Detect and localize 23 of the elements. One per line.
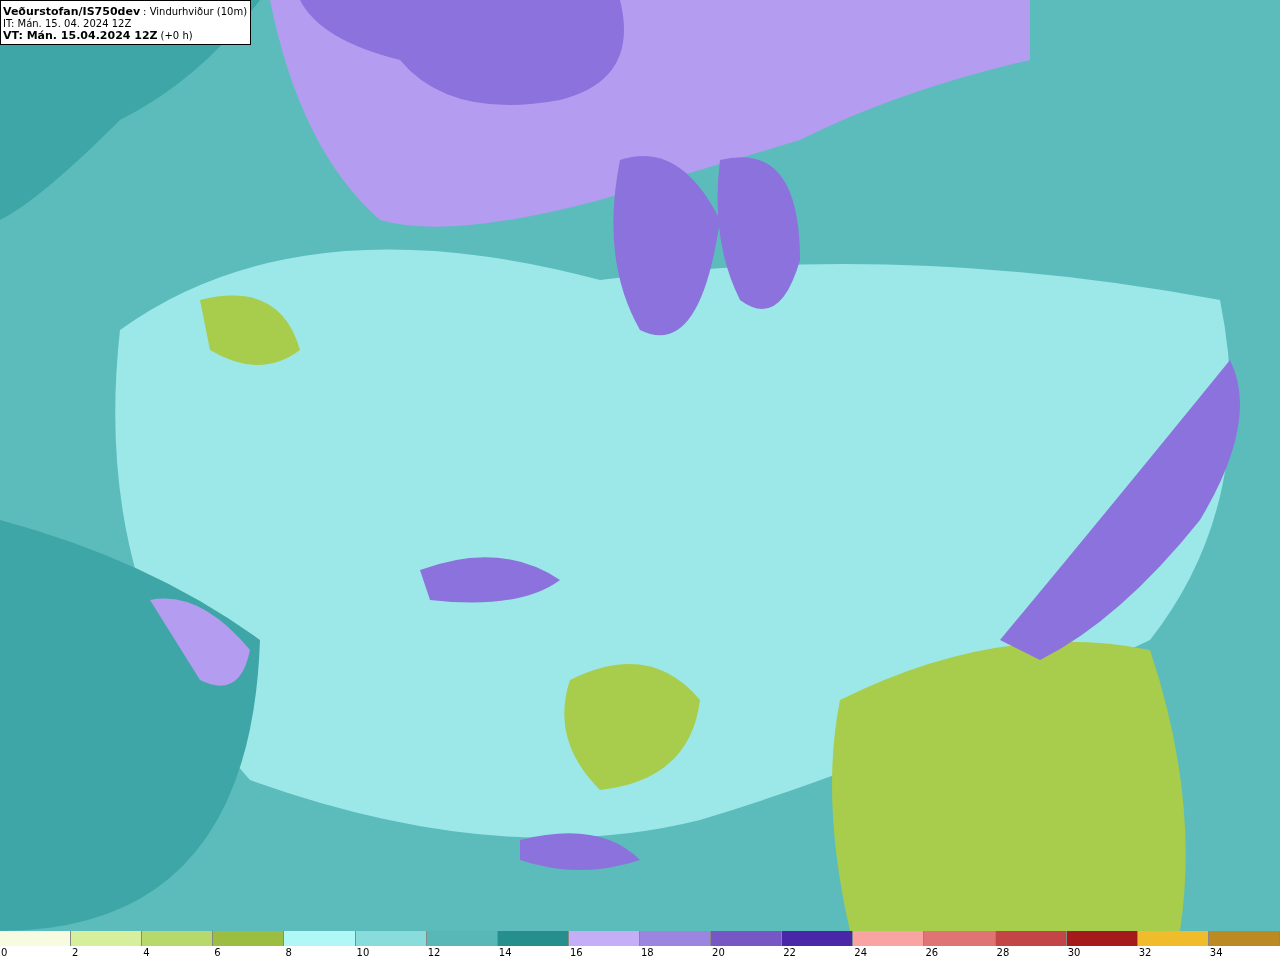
field-name: : Vindurhviður (10m): [143, 6, 248, 18]
legend-label: 6: [213, 946, 221, 959]
legend-label: 18: [640, 946, 654, 959]
legend-label: 30: [1066, 946, 1081, 959]
legend-label: 16: [568, 946, 583, 959]
legend-label: 26: [924, 946, 939, 959]
legend-label: 4: [142, 946, 150, 959]
initial-time: IT: Mán. 15. 04. 2024 12Z: [3, 18, 132, 30]
valid-time: VT: Mán. 15.04.2024 12Z: [3, 30, 158, 42]
legend-label: 24: [853, 946, 868, 959]
legend-label: 34: [1208, 946, 1223, 959]
legend-label: 10: [355, 946, 370, 959]
legend-label: 8: [284, 946, 292, 959]
legend-label: 28: [995, 946, 1010, 959]
legend-label: 0: [0, 946, 8, 959]
legend-label: 22: [782, 946, 796, 959]
legend-label: 20: [711, 946, 725, 959]
legend-label: 12: [426, 946, 441, 959]
model-name: Veðurstofan/IS750dev: [3, 6, 141, 18]
legend-label: 2: [71, 946, 79, 959]
legend-label: 32: [1137, 946, 1152, 959]
legend-label: 14: [497, 946, 512, 959]
lead-time: (+0 h): [160, 30, 193, 42]
